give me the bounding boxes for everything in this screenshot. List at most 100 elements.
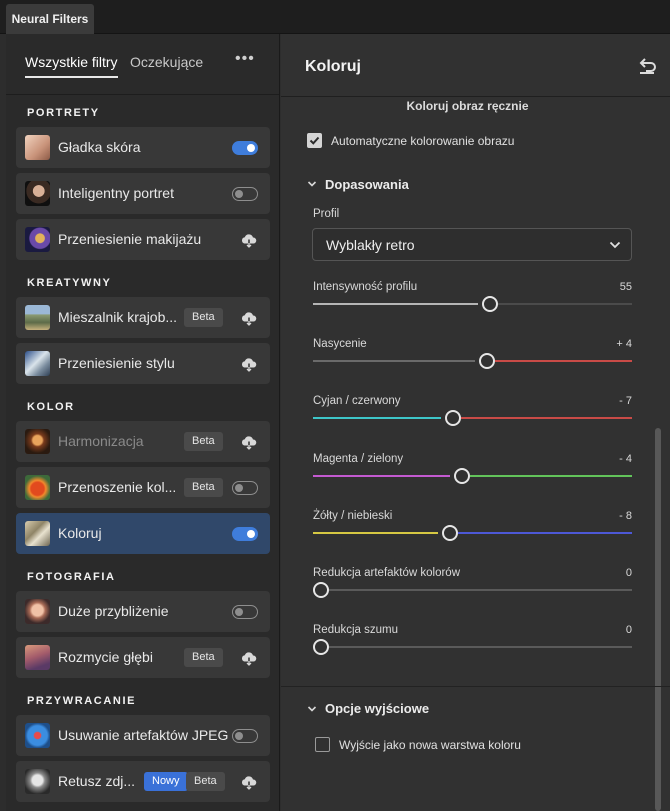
output-options-header[interactable]: Opcje wyjściowe <box>325 701 429 716</box>
filter-toggle[interactable] <box>232 527 258 541</box>
filter-toggle[interactable] <box>232 187 258 201</box>
more-options-button[interactable]: ••• <box>235 50 255 68</box>
slider-value-redukcja-szumu: 0 <box>625 624 632 636</box>
filter-thumbnail <box>25 645 50 670</box>
slider-thumb-nasycenie[interactable] <box>478 353 495 369</box>
slider-label-nasycenie: Nasycenie <box>313 338 367 350</box>
filter-thumbnail <box>25 135 50 160</box>
filter-item-makeup-transfer[interactable]: Przeniesienie makijażu <box>16 219 270 260</box>
filter-item-style-transfer[interactable]: Przeniesienie stylu <box>16 343 270 384</box>
cloud-download-icon[interactable] <box>240 309 258 327</box>
slider-track-left[interactable] <box>313 417 441 419</box>
filter-label: Mieszalnik krajob... <box>58 309 178 325</box>
slider-thumb-ty-niebieski[interactable] <box>441 525 458 541</box>
check-icon <box>309 136 320 145</box>
slider-value-ty-niebieski: - 8 <box>619 510 632 522</box>
section-restoration: PRZYWRACANIE <box>27 695 137 707</box>
slider-track-left[interactable] <box>313 532 438 534</box>
slider-thumb-redukcja-szumu[interactable] <box>313 639 329 655</box>
filter-thumbnail <box>25 351 50 376</box>
filter-item-color-transfer[interactable]: Przenoszenie kol... Beta <box>16 467 270 508</box>
slider-track-right[interactable] <box>494 360 632 362</box>
filter-item-colorize[interactable]: Koloruj <box>16 513 270 554</box>
profile-select[interactable]: Wyblakły retro <box>312 228 632 261</box>
filter-label: Przenoszenie kol... <box>58 479 177 495</box>
scrollbar[interactable] <box>655 428 661 811</box>
filter-thumbnail <box>25 475 50 500</box>
chevron-down-icon[interactable] <box>307 704 317 714</box>
filter-thumbnail <box>25 599 50 624</box>
new-layer-checkbox[interactable] <box>315 737 330 752</box>
slider-value-nasycenie: + 4 <box>616 338 632 350</box>
filter-settings-panel: Koloruj Koloruj obraz ręcznie Automatycz… <box>281 34 670 811</box>
divider <box>6 94 279 95</box>
section-creative: KREATYWNY <box>27 277 112 289</box>
filter-label: Przeniesienie makijażu <box>58 231 202 247</box>
filter-item-landscape-mixer[interactable]: Mieszalnik krajob... Beta <box>16 297 270 338</box>
slider-track-right[interactable] <box>329 646 632 648</box>
chevron-down-icon <box>609 241 621 249</box>
filter-tabs: Wszystkie filtry Oczekujące ••• <box>6 34 279 94</box>
slider-label-redukcja-szumu: Redukcja szumu <box>313 624 399 636</box>
filter-item-jpeg-artifacts-removal[interactable]: Usuwanie artefaktów JPEG <box>16 715 270 756</box>
section-photography: FOTOGRAFIA <box>27 571 116 583</box>
auto-color-label: Automatyczne kolorowanie obrazu <box>331 134 515 148</box>
slider-value-cyjan-czerwony: - 7 <box>619 395 632 407</box>
filter-toggle[interactable] <box>232 141 258 155</box>
filter-item-super-zoom[interactable]: Duże przybliżenie <box>16 591 270 632</box>
slider-thumb-redukcja-artefakt-w-kolor-w[interactable] <box>313 582 329 598</box>
filter-toggle[interactable] <box>232 605 258 619</box>
profile-label: Profil <box>313 208 340 220</box>
filter-label: Koloruj <box>58 525 102 541</box>
filter-item-depth-blur[interactable]: Rozmycie głębi Beta <box>16 637 270 678</box>
filter-label: Inteligentny portret <box>58 185 174 201</box>
tab-all-filters[interactable]: Wszystkie filtry <box>25 54 118 78</box>
filter-label: Gładka skóra <box>58 139 141 155</box>
slider-thumb-cyjan-czerwony[interactable] <box>445 410 461 426</box>
cloud-download-icon[interactable] <box>240 231 258 249</box>
new-badge: Nowy <box>144 772 188 791</box>
filter-toggle[interactable] <box>232 729 258 743</box>
filter-thumbnail <box>25 521 50 546</box>
tab-waiting[interactable]: Oczekujące <box>130 54 203 70</box>
filter-list-panel: Wszystkie filtry Oczekujące ••• PORTRETY… <box>6 34 280 811</box>
filter-toggle[interactable] <box>232 481 258 495</box>
cloud-download-icon[interactable] <box>240 773 258 791</box>
filter-label: Rozmycie głębi <box>58 649 153 665</box>
new-layer-label: Wyjście jako nowa warstwa koloru <box>339 738 521 752</box>
mode-subtitle: Koloruj obraz ręcznie <box>406 99 529 113</box>
filter-thumbnail <box>25 227 50 252</box>
slider-track-right[interactable] <box>457 532 632 534</box>
reset-icon[interactable] <box>636 54 658 76</box>
adjustments-header[interactable]: Dopasowania <box>325 177 409 192</box>
slider-thumb-intensywno-profilu[interactable] <box>481 296 498 312</box>
slider-label-intensywno-profilu: Intensywność profilu <box>313 281 418 293</box>
auto-color-checkbox[interactable] <box>307 133 322 148</box>
filter-item-harmonization[interactable]: Harmonizacja Beta <box>16 421 270 462</box>
slider-value-magenta-zielony: - 4 <box>619 453 632 465</box>
cloud-download-icon[interactable] <box>240 433 258 451</box>
panel-title: Koloruj <box>305 58 361 75</box>
cloud-download-icon[interactable] <box>240 355 258 373</box>
chevron-down-icon[interactable] <box>307 179 317 189</box>
cloud-download-icon[interactable] <box>240 649 258 667</box>
beta-badge: Beta <box>184 648 223 667</box>
slider-track-right[interactable] <box>461 417 632 419</box>
slider-thumb-magenta-zielony[interactable] <box>454 468 471 484</box>
slider-track-right[interactable] <box>329 589 632 591</box>
beta-badge: Beta <box>186 772 225 791</box>
tab-neural-filters[interactable]: Neural Filters <box>6 4 94 34</box>
filter-item-smart-portrait[interactable]: Inteligentny portret <box>16 173 270 214</box>
slider-track-left[interactable] <box>313 360 475 362</box>
slider-track-left[interactable] <box>313 303 478 305</box>
filter-item-photo-restoration[interactable]: Retusz zdj... Nowy Beta <box>16 761 270 802</box>
filter-label: Przeniesienie stylu <box>58 355 175 371</box>
filter-item-smooth-skin[interactable]: Gładka skóra <box>16 127 270 168</box>
filter-label: Duże przybliżenie <box>58 603 169 619</box>
slider-track-right[interactable] <box>497 303 632 305</box>
slider-track-right[interactable] <box>470 475 632 477</box>
panels: Wszystkie filtry Oczekujące ••• PORTRETY… <box>0 34 670 811</box>
slider-track-left[interactable] <box>313 475 451 477</box>
window-tab-bar: Neural Filters <box>0 0 670 34</box>
filter-thumbnail <box>25 181 50 206</box>
